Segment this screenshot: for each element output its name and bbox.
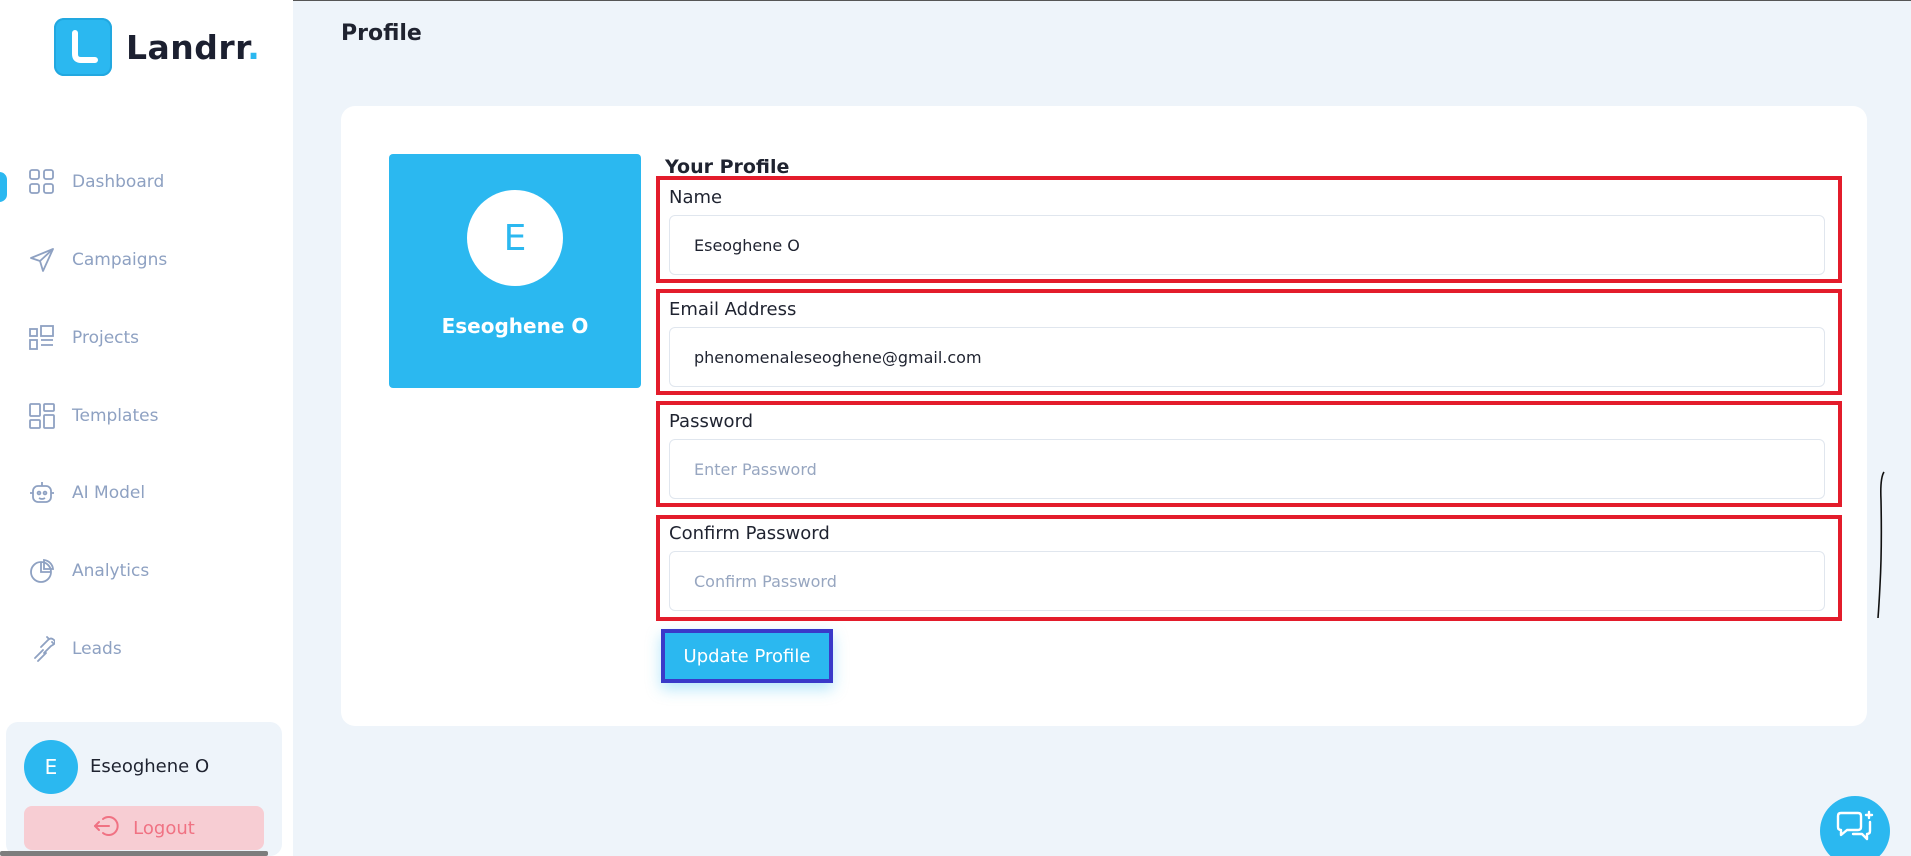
sidebar-item-label: Dashboard [72, 172, 165, 192]
section-title: Your Profile [665, 156, 790, 178]
sidebar-item-projects[interactable]: Projects [28, 318, 139, 358]
chat-bubble-icon [1834, 810, 1876, 850]
sidebar-user-name: Eseoghene O [90, 756, 210, 777]
sidebar-item-label: Campaigns [72, 250, 168, 270]
sidebar-item-label: AI Model [72, 483, 146, 503]
profile-name: Eseoghene O [441, 314, 589, 338]
page-title: Profile [341, 21, 422, 46]
blueprint-icon [28, 324, 56, 352]
password-field-group: Password [656, 401, 1842, 507]
avatar[interactable]: E [467, 190, 563, 286]
sidebar-item-ai-model[interactable]: AI Model [28, 473, 145, 513]
confirm-password-label: Confirm Password [669, 523, 830, 544]
profile-summary-tile: E Eseoghene O [389, 154, 641, 388]
pie-chart-icon [28, 557, 56, 585]
password-label: Password [669, 411, 754, 432]
horizontal-scrollbar[interactable] [0, 851, 268, 856]
email-label: Email Address [669, 299, 797, 320]
landrr-logo-icon [54, 18, 112, 76]
active-nav-indicator [0, 172, 7, 202]
sidebar-item-templates[interactable]: Templates [28, 396, 158, 436]
confirm-password-field-group: Confirm Password [656, 515, 1842, 621]
brand-logo[interactable]: Landrr. [54, 18, 260, 76]
sidebar-item-campaigns[interactable]: Campaigns [28, 240, 167, 280]
logout-label: Logout [133, 817, 195, 839]
pen-stroke-mark [1877, 471, 1885, 619]
email-input[interactable] [669, 327, 1825, 387]
sidebar-item-leads[interactable]: Leads [28, 629, 122, 669]
logout-button[interactable]: Logout [24, 806, 264, 850]
paper-plane-icon [28, 246, 56, 274]
email-field-group: Email Address [656, 289, 1842, 395]
template-layout-icon [28, 402, 56, 430]
sidebar-item-label: Analytics [72, 561, 150, 581]
sidebar-item-analytics[interactable]: Analytics [28, 551, 149, 591]
sidebar-item-label: Templates [72, 406, 159, 426]
sidebar-item-label: Leads [72, 639, 122, 659]
grid-icon [28, 168, 56, 196]
robot-icon [28, 479, 56, 507]
avatar[interactable]: E [24, 740, 78, 794]
magnet-icon [28, 635, 56, 663]
update-profile-button[interactable]: Update Profile [661, 629, 833, 683]
name-label: Name [669, 187, 723, 208]
sidebar-item-label: Projects [72, 328, 140, 348]
sidebar-user-card: E Eseoghene O Logout [6, 722, 282, 856]
sidebar-item-dashboard[interactable]: Dashboard [28, 162, 164, 202]
brand-name: Landrr. [126, 27, 261, 67]
password-input[interactable] [669, 439, 1825, 499]
sidebar: Landrr. Dashboard Campaigns Projects Tem… [0, 0, 293, 856]
name-field-group: Name [656, 176, 1842, 283]
name-input[interactable] [669, 215, 1825, 275]
chat-support-button[interactable] [1820, 796, 1890, 856]
confirm-password-input[interactable] [669, 551, 1825, 611]
logout-icon [93, 815, 119, 841]
